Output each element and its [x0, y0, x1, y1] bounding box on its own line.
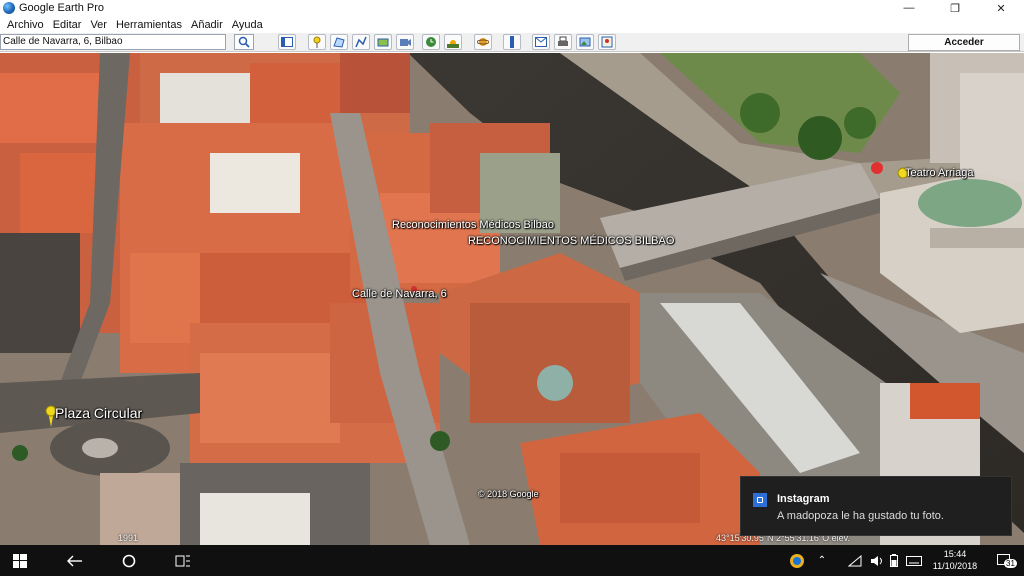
imagery-year: 1991: [118, 533, 139, 543]
start-button[interactable]: [6, 545, 34, 576]
historical-imagery-button[interactable]: [422, 34, 440, 50]
sunlight-button[interactable]: [444, 34, 462, 50]
battery-icon: [890, 554, 898, 567]
show-hidden-icons-button[interactable]: ⌃: [814, 545, 830, 576]
keyboard-icon: [906, 555, 922, 566]
ruler-button[interactable]: [503, 34, 521, 50]
menu-anadir[interactable]: Añadir: [187, 19, 228, 31]
notification-toast[interactable]: Instagram A madopoza le ha gustado tu fo…: [740, 476, 1012, 536]
ruler-icon: [510, 36, 514, 48]
email-icon: [535, 37, 547, 47]
menu-archivo[interactable]: Archivo: [3, 19, 49, 31]
title-bar: Google Earth Pro — ❐ ✕: [0, 0, 1024, 16]
maximize-button[interactable]: ❐: [932, 0, 978, 16]
touch-keyboard-button[interactable]: [904, 545, 924, 576]
volume-icon: [871, 555, 882, 566]
notification-app: Instagram: [777, 493, 830, 505]
taskbar: ⌃ 15:44 11/10/2018 31: [0, 545, 1024, 576]
people-icon: [790, 553, 804, 568]
notification-count-badge: 31: [1004, 559, 1017, 568]
volume-button[interactable]: [868, 545, 886, 576]
battery-button[interactable]: [886, 545, 902, 576]
add-overlay-button[interactable]: [374, 34, 392, 50]
overlay-icon: [377, 38, 389, 47]
sun-icon: [447, 40, 459, 48]
minimize-button[interactable]: —: [886, 0, 932, 16]
label-plaza-circular[interactable]: Plaza Circular: [55, 405, 142, 421]
sidebar-toggle-button[interactable]: [278, 34, 296, 50]
close-button[interactable]: ✕: [978, 0, 1024, 16]
cortana-icon: [122, 554, 136, 567]
menu-herramientas[interactable]: Herramientas: [112, 19, 187, 31]
polygon-icon: [333, 37, 345, 48]
toolbar: Calle de Navarra, 6, Bilbao Acceder: [0, 33, 1024, 52]
windows-icon: [13, 553, 27, 568]
task-view-button[interactable]: [168, 545, 198, 576]
map-viewport[interactable]: Plaza Circular Calle de Navarra, 6 Recon…: [0, 53, 1024, 545]
search-button[interactable]: [234, 34, 254, 50]
window-title: Google Earth Pro: [19, 2, 104, 14]
network-button[interactable]: [846, 545, 864, 576]
maps-icon: [601, 36, 613, 48]
action-center-button[interactable]: 31: [990, 545, 1020, 576]
planets-button[interactable]: [474, 34, 492, 50]
network-icon: [848, 554, 862, 566]
label-reconocimientos-2[interactable]: RECONOCIMIENTOS MÉDICOS BILBAO: [468, 235, 674, 247]
cortana-button[interactable]: [114, 545, 144, 576]
instagram-icon: [753, 493, 767, 507]
label-teatro-arriaga[interactable]: Teatro Arriaga: [905, 167, 973, 179]
sidebar-icon: [281, 37, 293, 47]
clock-time: 15:44: [943, 549, 967, 559]
menu-ver[interactable]: Ver: [86, 19, 112, 31]
menu-ayuda[interactable]: Ayuda: [228, 19, 268, 31]
map-imagery: [0, 53, 1024, 545]
search-input[interactable]: Calle de Navarra, 6, Bilbao: [0, 34, 226, 50]
email-button[interactable]: [532, 34, 550, 50]
tour-icon: [400, 39, 411, 46]
task-view-icon: [175, 555, 190, 566]
people-button[interactable]: [786, 545, 808, 576]
record-tour-button[interactable]: [396, 34, 414, 50]
save-image-icon: [579, 37, 591, 47]
back-button[interactable]: [60, 545, 90, 576]
save-image-button[interactable]: [576, 34, 594, 50]
add-polygon-button[interactable]: [330, 34, 348, 50]
view-in-maps-button[interactable]: [598, 34, 616, 50]
search-icon: [238, 36, 250, 48]
notification-message: A madopoza le ha gustado tu foto.: [777, 510, 944, 522]
back-icon: [67, 555, 82, 566]
add-placemark-button[interactable]: [308, 34, 326, 50]
map-copyright: © 2018 Google: [478, 489, 539, 499]
google-earth-app-icon: [3, 2, 15, 14]
label-calle-navarra[interactable]: Calle de Navarra, 6: [352, 288, 447, 300]
history-icon: [426, 37, 436, 47]
print-icon: [558, 36, 568, 46]
placemark-icon: [313, 36, 321, 48]
planets-icon: [477, 38, 489, 46]
menu-editar[interactable]: Editar: [49, 19, 87, 31]
label-reconocimientos-1[interactable]: Reconocimientos Médicos Bilbao: [392, 219, 554, 231]
menu-bar: Archivo Editar Ver Herramientas Añadir A…: [0, 16, 1024, 33]
taskbar-clock[interactable]: 15:44 11/10/2018: [928, 548, 982, 572]
clock-date: 11/10/2018: [932, 561, 978, 571]
signin-button[interactable]: Acceder: [908, 34, 1020, 51]
path-icon: [355, 36, 367, 48]
print-button[interactable]: [554, 34, 572, 50]
add-path-button[interactable]: [352, 34, 370, 50]
